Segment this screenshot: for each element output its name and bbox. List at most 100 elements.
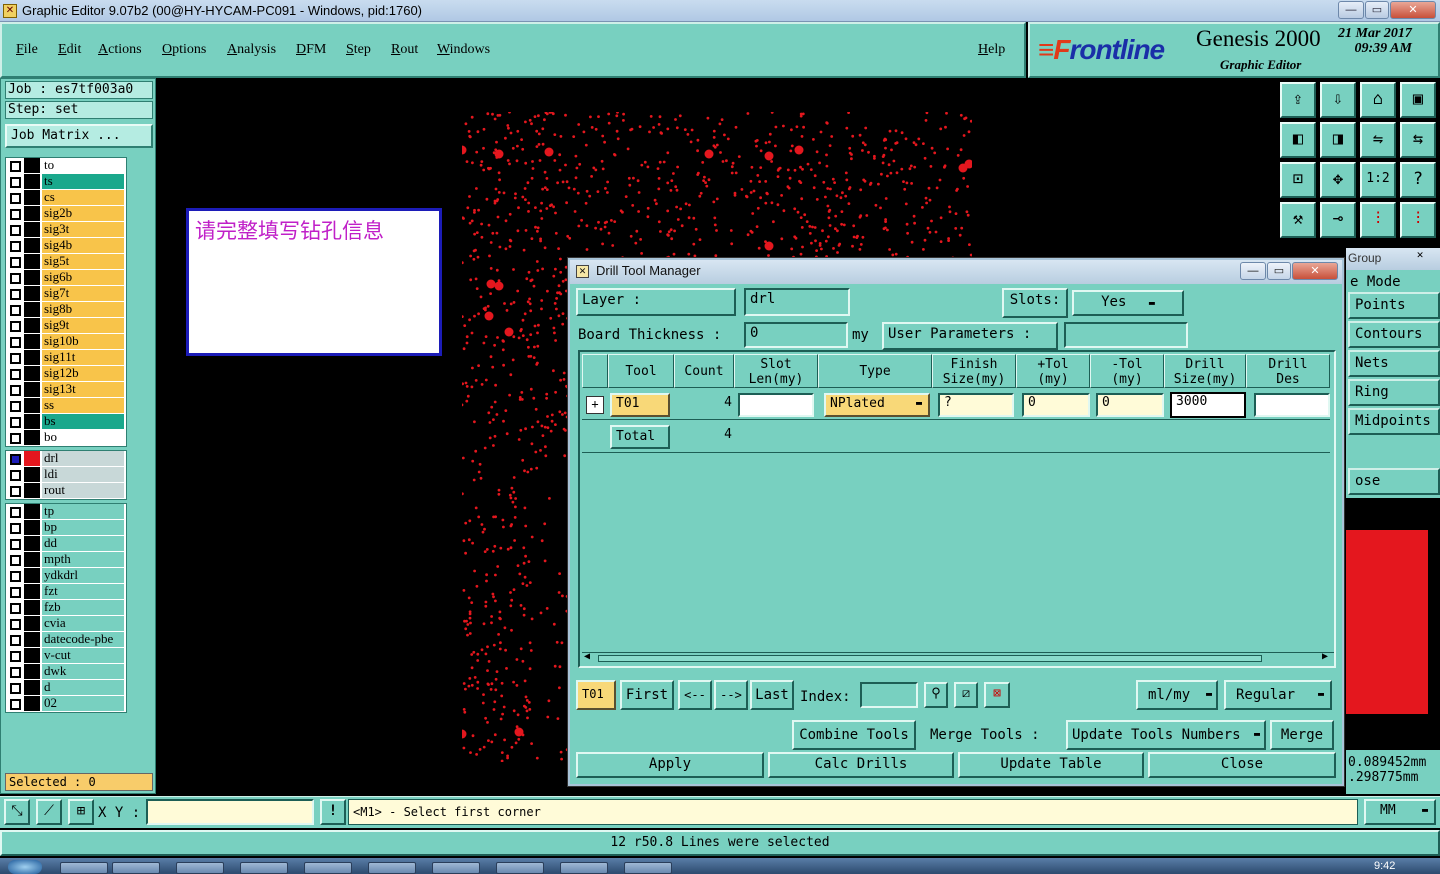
menu-analysis[interactable]: Analysis: [227, 42, 276, 58]
snap-midpoints[interactable]: Midpoints: [1348, 408, 1440, 435]
layer-row[interactable]: sig3t: [6, 222, 126, 238]
layer-row[interactable]: dd: [6, 536, 126, 552]
zoom-icon[interactable]: ⤡: [4, 799, 30, 825]
key-icon[interactable]: ⊸: [1320, 202, 1356, 238]
type-select[interactable]: NPlated ▬: [824, 393, 930, 417]
layer-checkbox[interactable]: [10, 555, 21, 566]
units-select[interactable]: ml/my ▬: [1136, 680, 1218, 710]
layer-checkbox[interactable]: [10, 337, 21, 348]
job-matrix-button[interactable]: Job Matrix ...: [5, 124, 153, 148]
layer-row[interactable]: to: [6, 158, 126, 174]
slot-len-input[interactable]: [738, 393, 814, 417]
apply-button[interactable]: Apply: [576, 752, 764, 778]
units-dropdown[interactable]: MM ▬: [1364, 799, 1436, 825]
drill-size-input[interactable]: 3000: [1170, 392, 1246, 418]
layer-row[interactable]: ts: [6, 174, 126, 190]
layer-row[interactable]: ldi: [6, 467, 126, 483]
layer-checkbox[interactable]: [10, 683, 21, 694]
layer-row[interactable]: sig12b: [6, 366, 126, 382]
taskbar-item[interactable]: [560, 862, 608, 874]
swap-icon[interactable]: ⇆: [1400, 122, 1436, 158]
layer-row[interactable]: bo: [6, 430, 126, 446]
layer-row[interactable]: datecode-pbe: [6, 632, 126, 648]
menu-dfm[interactable]: DFM: [296, 42, 326, 58]
maximize-button[interactable]: ▭: [1365, 1, 1389, 19]
menu-actions[interactable]: Actions: [98, 42, 142, 58]
layer-row[interactable]: sig7t: [6, 286, 126, 302]
layer-row[interactable]: sig4b: [6, 238, 126, 254]
layer-checkbox[interactable]: [10, 209, 21, 220]
layer-checkbox[interactable]: [10, 635, 21, 646]
layer-row[interactable]: bp: [6, 520, 126, 536]
layer-checkbox[interactable]: [10, 603, 21, 614]
close-button[interactable]: ✕: [1390, 1, 1436, 19]
layer-checkbox[interactable]: [10, 385, 21, 396]
taskbar-item[interactable]: [112, 862, 160, 874]
minimize-button[interactable]: —: [1338, 1, 1364, 19]
layer-checkbox[interactable]: [10, 353, 21, 364]
layer-checkbox[interactable]: [10, 486, 21, 497]
xy-input[interactable]: [146, 799, 314, 825]
layer-checkbox[interactable]: [10, 523, 21, 534]
layer-checkbox[interactable]: [10, 667, 21, 678]
layer-checkbox[interactable]: [10, 539, 21, 550]
layer-checkbox[interactable]: [10, 433, 21, 444]
snap-close-button[interactable]: ose: [1348, 468, 1440, 495]
layer-row[interactable]: rout: [6, 483, 126, 499]
taskbar-item[interactable]: [432, 862, 480, 874]
layer-checkbox[interactable]: [10, 401, 21, 412]
layer-row[interactable]: cvia: [6, 616, 126, 632]
layer-input[interactable]: drl: [744, 288, 850, 316]
window-title-bar[interactable]: ✕ Graphic Editor 9.07b2 (00@HY-HYCAM-PC0…: [0, 0, 1440, 22]
layer-row[interactable]: tp: [6, 504, 126, 520]
first-button[interactable]: First: [620, 680, 674, 710]
layer-checkbox[interactable]: [10, 321, 21, 332]
menu-file[interactable]: File: [16, 42, 38, 58]
layer-checkbox[interactable]: [10, 651, 21, 662]
snap-nets[interactable]: Nets: [1348, 350, 1440, 377]
layer-row[interactable]: 02: [6, 696, 126, 712]
import-icon[interactable]: ⇩: [1320, 82, 1356, 118]
layer-checkbox[interactable]: [10, 193, 21, 204]
alert-icon[interactable]: !: [320, 799, 346, 825]
layer-checkbox[interactable]: [10, 289, 21, 300]
layer-row[interactable]: sig8b: [6, 302, 126, 318]
layer-row[interactable]: sig13t: [6, 382, 126, 398]
update-table-button[interactable]: Update Table: [958, 752, 1144, 778]
layers-icon[interactable]: ⫶: [1360, 202, 1396, 238]
measure-icon[interactable]: ⟋: [36, 799, 62, 825]
tools-icon[interactable]: ⚒: [1280, 202, 1316, 238]
layer-row[interactable]: ydkdrl: [6, 568, 126, 584]
last-button[interactable]: Last: [750, 680, 794, 710]
menu-rout[interactable]: Rout: [391, 42, 418, 58]
layer-checkbox[interactable]: [10, 699, 21, 710]
menu-help[interactable]: Help: [978, 42, 1005, 58]
mode-select[interactable]: Regular ▬: [1224, 680, 1332, 710]
help-icon[interactable]: ?: [1400, 162, 1436, 198]
index-input[interactable]: [860, 682, 918, 708]
layer-row[interactable]: fzt: [6, 584, 126, 600]
layer-checkbox[interactable]: [10, 257, 21, 268]
next-button[interactable]: -->: [714, 680, 748, 710]
row-select-icon[interactable]: +: [586, 396, 604, 414]
layer-row[interactable]: dwk: [6, 664, 126, 680]
layer-row[interactable]: cs: [6, 190, 126, 206]
finish-size-input[interactable]: ?: [938, 393, 1014, 417]
layer-row[interactable]: d: [6, 680, 126, 696]
taskbar-item[interactable]: [624, 862, 672, 874]
layer-row[interactable]: sig5t: [6, 254, 126, 270]
search-icon[interactable]: ⚲: [924, 682, 948, 708]
move-left-icon[interactable]: ◧: [1280, 122, 1316, 158]
layer-row[interactable]: fzb: [6, 600, 126, 616]
menu-step[interactable]: Step: [346, 42, 371, 58]
dialog-minimize-button[interactable]: —: [1240, 262, 1266, 280]
layer-checkbox[interactable]: [10, 225, 21, 236]
layer-row[interactable]: mpth: [6, 552, 126, 568]
user-parameters-input[interactable]: [1064, 322, 1188, 348]
plus-tol-input[interactable]: 0: [1022, 393, 1090, 417]
close-dialog-button[interactable]: Close: [1148, 752, 1336, 778]
mirror-icon[interactable]: ⇋: [1360, 122, 1396, 158]
layer-row[interactable]: ss: [6, 398, 126, 414]
export-icon[interactable]: ⇪: [1280, 82, 1316, 118]
move-right-icon[interactable]: ◨: [1320, 122, 1356, 158]
